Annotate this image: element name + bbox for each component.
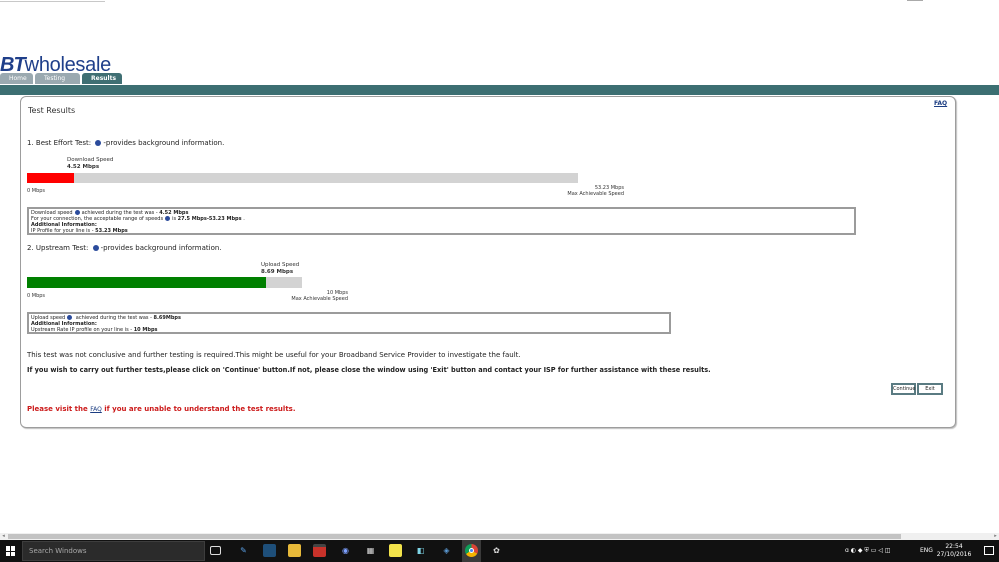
steam-icon[interactable]: ◈: [440, 544, 453, 557]
app-extra-icon[interactable]: ✿: [490, 544, 503, 557]
top-address-line: [0, 0, 105, 2]
taskbar-clock[interactable]: 22:54 27/10/2016: [936, 543, 972, 559]
instructions-message: If you wish to carry out further tests,p…: [27, 366, 711, 374]
upload-details: Upload speed achieved during the test wa…: [27, 312, 671, 334]
info-icon[interactable]: [165, 216, 171, 221]
scrollbar-thumb[interactable]: [8, 534, 901, 539]
best-effort-heading: 1. Best Effort Test: -provides backgroun…: [27, 139, 225, 147]
faq-link[interactable]: FAQ: [934, 100, 947, 107]
tray-icons[interactable]: ɑ ◐ ◆ ⛨ ▭ ◁ ◫: [845, 547, 891, 555]
chrome-taskbar-button[interactable]: [462, 540, 481, 562]
tab-results[interactable]: Results: [82, 73, 122, 84]
upload-axis-max: 10 Mbps Max Achievable Speed: [291, 290, 348, 302]
nav-tabs: Home Testing Results: [0, 73, 122, 85]
download-axis-max: 53.23 Mbps Max Achievable Speed: [567, 185, 624, 197]
visit-faq-message: Please visit the FAQ if you are unable t…: [27, 405, 296, 413]
page-title: Test Results: [28, 106, 76, 115]
taskbar-search-input[interactable]: Search Windows: [22, 541, 205, 561]
top-right-dash: [907, 0, 923, 1]
continue-button[interactable]: Continue: [891, 383, 916, 395]
app-pin-icon[interactable]: ✎: [237, 544, 250, 557]
language-indicator[interactable]: ENG: [920, 547, 933, 554]
scroll-left-icon[interactable]: ◂: [0, 533, 7, 540]
download-label: Download Speed 4.52 Mbps: [67, 157, 114, 170]
file-explorer-icon[interactable]: [288, 544, 301, 557]
upload-fill: [27, 277, 266, 288]
horizontal-scrollbar[interactable]: ◂ ▸: [0, 533, 999, 540]
header-bar: [0, 85, 999, 95]
chrome-icon: [465, 544, 478, 557]
upload-label: Upload Speed 8.69 Mbps: [261, 262, 300, 275]
app-blue-icon[interactable]: [263, 544, 276, 557]
tab-testing[interactable]: Testing: [35, 73, 80, 84]
inconclusive-message: This test was not conclusive and further…: [27, 351, 521, 359]
windows-start-icon[interactable]: [6, 546, 16, 556]
info-icon[interactable]: [67, 315, 73, 320]
tab-home[interactable]: Home: [0, 73, 33, 84]
calculator-icon[interactable]: ▦: [364, 544, 377, 557]
scroll-right-icon[interactable]: ▸: [992, 533, 999, 540]
upload-track: [27, 277, 302, 288]
download-fill: [27, 173, 74, 183]
download-track: [27, 173, 578, 183]
download-details: Download speed achieved during the test w…: [27, 207, 856, 235]
download-axis-min: 0 Mbps: [27, 188, 46, 194]
info-icon[interactable]: [92, 245, 99, 251]
task-view-icon[interactable]: [210, 546, 221, 555]
faq-inline-link[interactable]: FAQ: [90, 406, 102, 413]
upload-axis-min: 0 Mbps: [27, 293, 46, 299]
info-icon[interactable]: [74, 210, 80, 215]
notifications-icon[interactable]: [984, 546, 994, 555]
sticky-notes-icon[interactable]: [389, 544, 402, 557]
upstream-heading: 2. Upstream Test: -provides background i…: [27, 244, 222, 252]
chat-icon[interactable]: ◉: [339, 544, 352, 557]
app-cyan-icon[interactable]: ◧: [414, 544, 427, 557]
app-red-icon[interactable]: [313, 544, 326, 557]
exit-button[interactable]: Exit: [917, 383, 943, 395]
info-icon[interactable]: [95, 140, 102, 146]
